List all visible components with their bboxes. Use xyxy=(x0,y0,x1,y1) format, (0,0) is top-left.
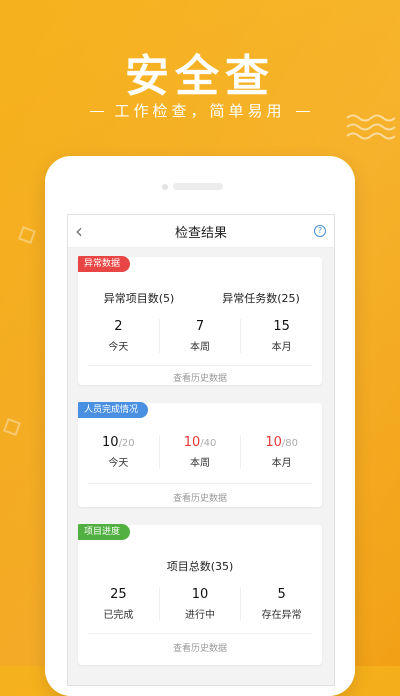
view-history-link[interactable]: 查看历史数据 xyxy=(78,371,322,384)
stat-label: 本月 xyxy=(271,458,292,469)
hero-title: 安全查 xyxy=(125,51,275,102)
project-summary-row: 项目总数(35) xyxy=(78,558,322,574)
stat-label: 已完成 xyxy=(103,610,134,621)
stat-cell[interactable]: 7 本周 xyxy=(160,319,242,353)
stat-cell[interactable]: 10/20 今天 xyxy=(78,435,160,469)
card-divider xyxy=(88,483,312,484)
stat-label: 进行中 xyxy=(185,610,215,621)
hero-subtitle-text: 工作检查，简单易用 xyxy=(114,102,286,120)
stat-label: 本月 xyxy=(271,342,292,353)
subtitle-dash xyxy=(295,111,310,112)
stat-label: 今天 xyxy=(108,342,129,353)
staff-stats-row: 10/20 今天 10/40 本周 10/80 本月 xyxy=(78,435,322,469)
stat-label: 存在异常 xyxy=(261,610,302,621)
project-stats-row: 25 已完成 10 进行中 5 存在异常 xyxy=(78,587,322,621)
stat-label: 本周 xyxy=(190,342,210,353)
staff-completion-card: 人员完成情况 10/20 今天 10/40 本周 10/80 本月 查看历史数据 xyxy=(78,402,322,507)
card-divider xyxy=(88,633,312,634)
view-history-link[interactable]: 查看历史数据 xyxy=(78,641,322,654)
app-screen: ‹ 检查结果 ? 异常数据 异常项目数(5) 异常任务数(25) 2 今天 7 … xyxy=(67,214,335,686)
stat-cell[interactable]: 2 今天 xyxy=(78,319,160,353)
wave-decoration-icon xyxy=(346,114,396,140)
abnormal-data-card: 异常数据 异常项目数(5) 异常任务数(25) 2 今天 7 本周 15 本月 xyxy=(78,256,322,385)
stat-cell[interactable]: 5 存在异常 xyxy=(241,587,322,621)
project-progress-card: 项目进度 项目总数(35) 25 已完成 10 进行中 5 存在异常 查看历史数… xyxy=(78,524,322,665)
stat-label: 今天 xyxy=(108,458,129,469)
card-divider xyxy=(88,365,312,366)
abnormal-stats-row: 2 今天 7 本周 15 本月 xyxy=(78,319,322,353)
total-count: /40 xyxy=(200,438,217,449)
total-count: /20 xyxy=(118,438,135,449)
abnormal-data-tag: 异常数据 xyxy=(78,256,131,272)
stat-value: 2 xyxy=(114,319,123,334)
project-progress-tag: 项目进度 xyxy=(78,524,131,540)
stat-cell[interactable]: 25 已完成 xyxy=(78,587,160,621)
total-count: /80 xyxy=(281,438,298,449)
stat-cell[interactable]: 15 本月 xyxy=(241,319,322,353)
phone-frame: ‹ 检查结果 ? 异常数据 异常项目数(5) 异常任务数(25) 2 今天 7 … xyxy=(45,156,355,696)
stat-value: 5 xyxy=(277,587,286,602)
abnormal-project-count: 异常项目数(5) xyxy=(103,292,175,305)
page-title: 检查结果 xyxy=(174,226,227,241)
nav-bar: ‹ 检查结果 ? xyxy=(68,215,334,248)
abnormal-summary-row: 异常项目数(5) 异常任务数(25) xyxy=(78,290,322,306)
completed-count: 10 xyxy=(265,435,282,450)
stat-value: 25 xyxy=(110,587,127,602)
project-total-count: 项目总数(35) xyxy=(166,560,234,573)
stat-value: 10 xyxy=(191,587,209,602)
phone-speaker xyxy=(173,183,223,190)
completed-count: 10 xyxy=(183,435,201,450)
stat-value: 7 xyxy=(195,319,205,334)
question-icon[interactable]: ? xyxy=(314,225,326,237)
view-history-link[interactable]: 查看历史数据 xyxy=(78,491,322,504)
subtitle-dash xyxy=(90,111,105,112)
stat-value: 10/40 xyxy=(160,435,241,450)
staff-completion-tag: 人员完成情况 xyxy=(78,402,149,418)
stat-cell[interactable]: 10 进行中 xyxy=(160,587,242,621)
stat-value: 15 xyxy=(273,319,290,334)
completed-count: 10 xyxy=(102,435,119,450)
stat-label: 本周 xyxy=(190,458,210,469)
stat-value: 10/80 xyxy=(241,435,322,450)
stat-cell[interactable]: 10/80 本月 xyxy=(241,435,322,469)
stat-value: 10/20 xyxy=(78,435,159,450)
stat-cell[interactable]: 10/40 本周 xyxy=(160,435,242,469)
hero-subtitle: 工作检查，简单易用 xyxy=(0,100,400,121)
abnormal-task-count: 异常任务数(25) xyxy=(222,292,300,305)
phone-camera xyxy=(162,184,168,190)
